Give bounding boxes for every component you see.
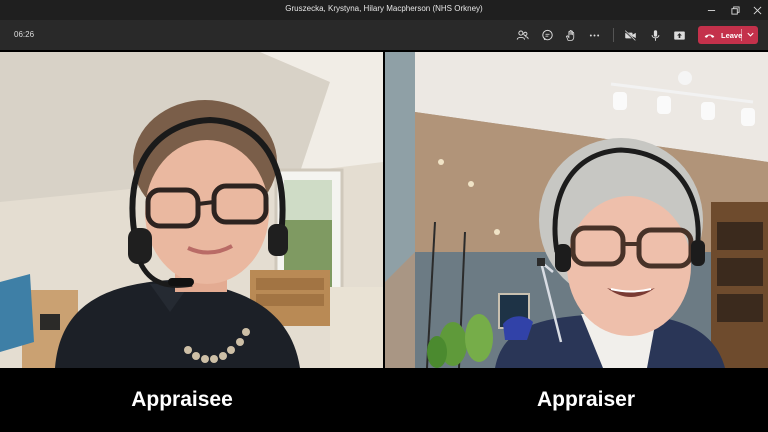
leave-divider — [741, 29, 742, 41]
maximize-button[interactable] — [724, 0, 746, 20]
camera-toggle-button[interactable] — [622, 27, 638, 43]
more-options-icon — [589, 34, 599, 36]
window-title: Gruszecka, Krystyna, Hilary Macpherson (… — [285, 4, 483, 13]
chat-button[interactable] — [539, 27, 555, 43]
participants-button[interactable] — [514, 27, 530, 43]
camera-off-icon — [623, 29, 636, 41]
leave-label: Leave — [721, 30, 743, 40]
meeting-timer: 06:26 — [14, 30, 35, 39]
close-icon — [753, 6, 761, 14]
appraiser-caption: Appraiser — [536, 388, 636, 411]
appraisee-caption: Appraisee — [131, 388, 233, 411]
window-title-bar: Gruszecka, Krystyna, Hilary Macpherson (… — [0, 0, 768, 20]
hang-up-icon — [704, 30, 715, 41]
people-icon — [516, 30, 529, 40]
minimize-button[interactable] — [700, 0, 722, 20]
appraiser-video-frame — [385, 52, 768, 368]
appraisee-video-frame — [0, 52, 383, 368]
leave-button[interactable]: Leave — [698, 26, 758, 44]
participant-video-appraisee[interactable] — [0, 52, 383, 368]
minimize-icon — [707, 9, 715, 11]
chat-icon — [541, 29, 553, 40]
participant-video-appraiser[interactable] — [385, 52, 768, 368]
close-button[interactable] — [746, 0, 768, 20]
microphone-icon — [651, 29, 659, 41]
raise-hand-icon — [565, 29, 574, 41]
restore-icon — [730, 5, 740, 15]
toolbar-divider — [613, 28, 614, 42]
microphone-toggle-button[interactable] — [647, 27, 663, 43]
chevron-down-icon[interactable] — [746, 30, 755, 39]
meeting-toolbar: 06:26 Leave — [0, 20, 768, 50]
reactions-button[interactable] — [562, 27, 578, 43]
share-screen-icon — [673, 30, 685, 40]
more-actions-button[interactable] — [586, 27, 602, 43]
share-content-button[interactable] — [671, 27, 687, 43]
